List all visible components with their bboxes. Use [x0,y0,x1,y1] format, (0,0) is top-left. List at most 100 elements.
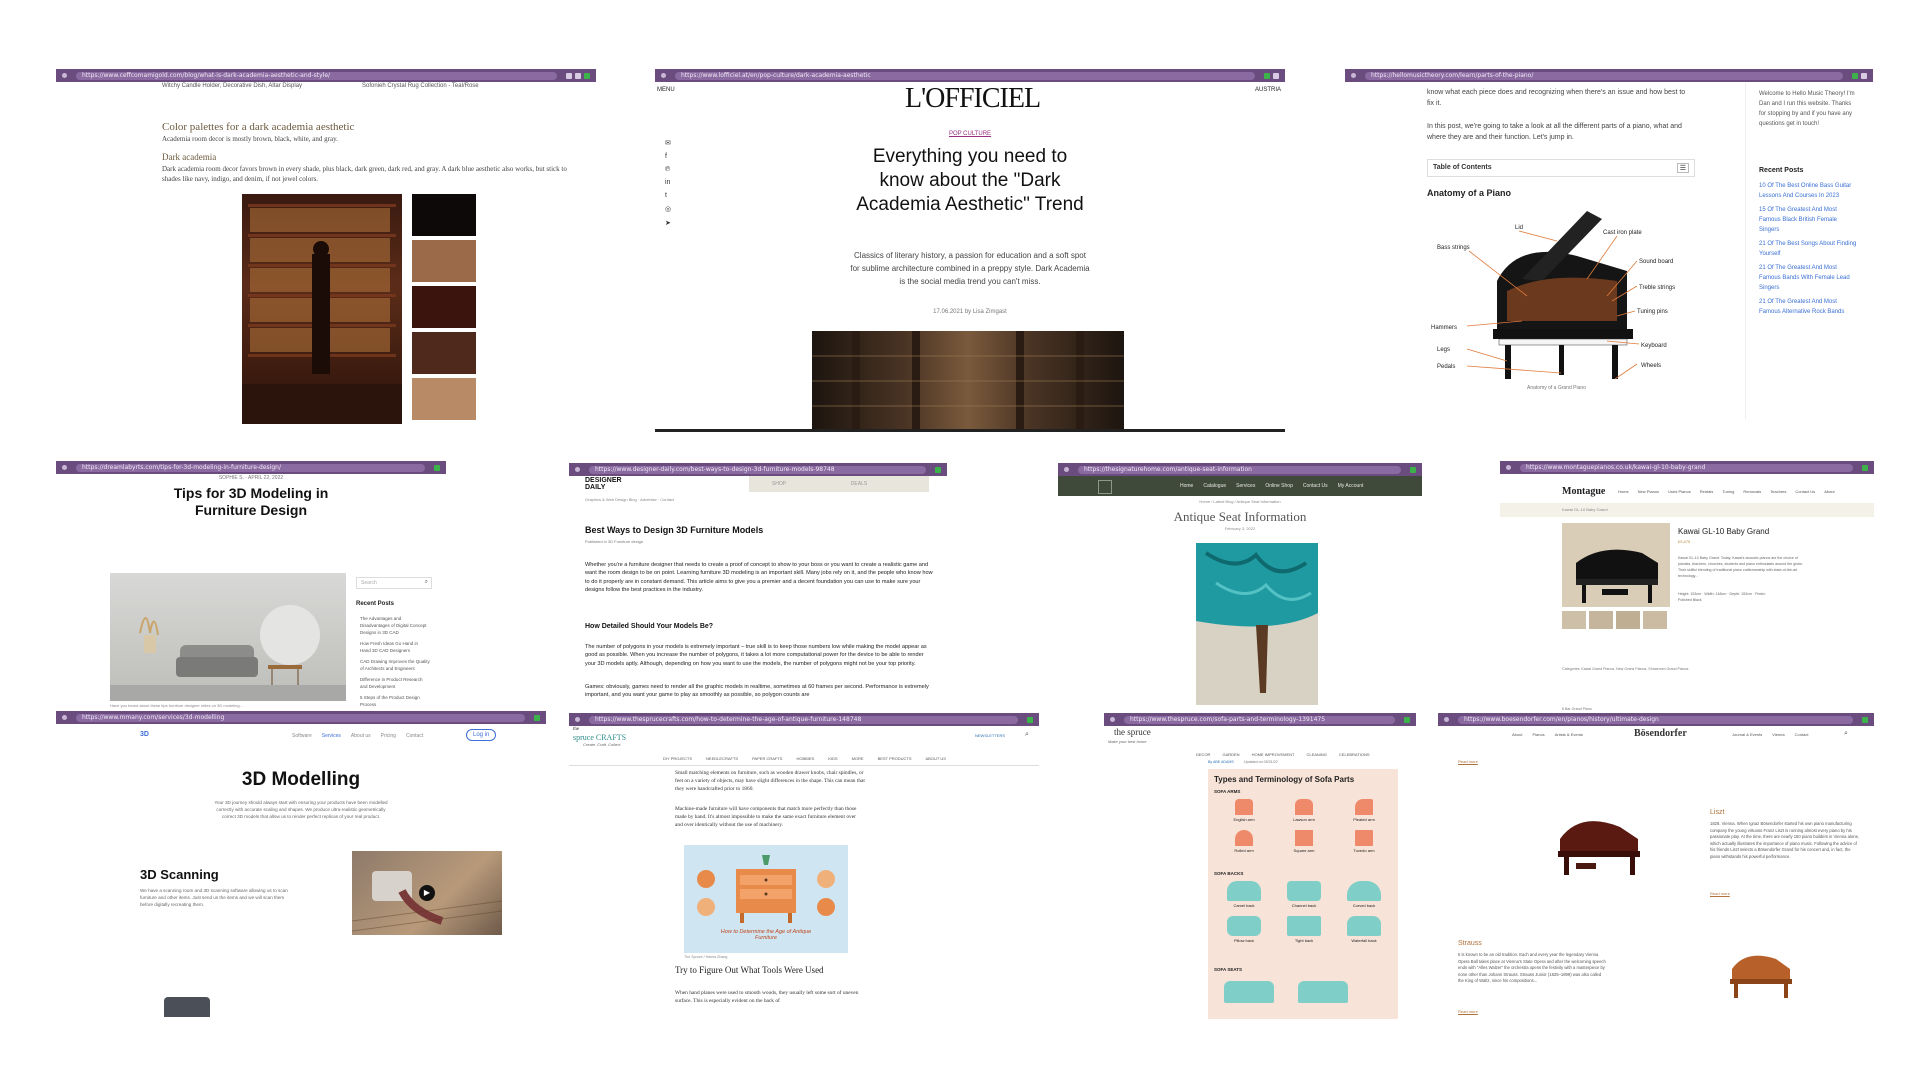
search-box[interactable]: Search ⌕ [356,577,432,589]
nav-item[interactable]: Journal & Events [1732,732,1762,737]
address-bar[interactable]: https://thesignaturehome.com/antique-sea… [1078,465,1401,474]
back-icon[interactable] [575,467,580,472]
nav-services[interactable]: Services [1236,483,1255,489]
recent-post-link[interactable]: 5 Steps of the Product Design Process [360,694,430,708]
profile-icon[interactable] [1273,72,1279,79]
product-link-right[interactable]: Sofonieh Crystal Rug Collection - Teal/R… [362,83,479,89]
play-icon[interactable]: ▶ [419,885,435,901]
nav-item[interactable]: About [1824,489,1834,494]
recent-post-link[interactable]: Difference in Product Research and Devel… [360,676,430,690]
site-logo-icon[interactable] [1098,480,1112,494]
nav-item[interactable]: MORE [852,756,864,761]
mail-icon[interactable]: ✉ [665,139,671,147]
nav-item[interactable]: BEST PRODUCTS [878,756,912,761]
nav-item[interactable]: NEEDLECRAFTS [706,756,738,761]
recent-post-link[interactable]: How Fresh Ideas Go Hand in Hand 3D CAD D… [360,640,430,654]
back-icon[interactable] [62,465,67,470]
site-logo[interactable]: Bösendorfer [1634,728,1687,739]
extension-icon[interactable] [1404,716,1410,723]
table-of-contents[interactable]: Table of Contents ☰ [1427,159,1695,177]
nav-item[interactable]: Artists & Events [1555,732,1583,737]
nav-item[interactable]: GARDEN [1222,752,1239,757]
nav-item[interactable]: CLEANING [1306,752,1326,757]
breadcrumb[interactable]: Home / Latest Blog / Antique Seat Inform… [1058,499,1422,504]
nav-catalogue[interactable]: Catalogue [1203,483,1226,489]
nav-services[interactable]: Services [322,733,341,739]
nav-item[interactable]: DIY PROJECTS [663,756,692,761]
twitter-icon[interactable]: t [665,192,671,199]
bookmark-icon[interactable] [566,72,572,79]
toc-toggle-icon[interactable]: ☰ [1676,163,1689,173]
extension-icon[interactable] [1027,716,1033,723]
nav-my-account[interactable]: My Account [1338,483,1364,489]
nav-item[interactable]: ABOUT US [926,756,946,761]
address-bar[interactable]: https://www.designer-daily.com/best-ways… [589,465,926,474]
recent-post-link[interactable]: CAD Drawing Improves the Quality of Arch… [360,658,430,672]
back-icon[interactable] [1110,717,1115,722]
site-logo[interactable]: the spruce [1114,727,1151,737]
nav-item[interactable]: KIDS [828,756,837,761]
extension-icon[interactable] [434,464,440,471]
nav-software[interactable]: Software [292,733,312,739]
nav-item[interactable]: Tuning [1722,489,1734,494]
telegram-icon[interactable]: ➤ [665,219,671,227]
facebook-icon[interactable]: f [665,153,671,160]
nav-item[interactable]: Contact [1795,732,1809,737]
linkedin-icon[interactable]: in [665,179,671,186]
address-bar[interactable]: https://hellomusictheory.com/learn/parts… [1365,71,1843,80]
author-link[interactable]: By ABE ADAMS [1208,760,1234,764]
nav-item[interactable]: HOBBIES [796,756,814,761]
back-icon[interactable] [1351,73,1356,78]
brand-logo[interactable]: 3D [140,731,149,738]
nav-item[interactable]: Home [1618,489,1629,494]
product-categories[interactable]: Categories: Kawai Grand Pianos, New Gran… [1562,667,1688,671]
thumbnail[interactable] [1562,611,1586,629]
read-more-link[interactable]: Read more [1458,759,1478,764]
logo-line-1[interactable]: DESIGNER [585,477,622,484]
back-icon[interactable] [1444,717,1449,722]
address-bar[interactable]: https://www.thespruce.com/sofa-parts-and… [1124,715,1395,724]
login-button[interactable]: Log in [466,729,497,741]
back-icon[interactable] [1506,465,1511,470]
profile-icon[interactable] [1861,72,1867,79]
site-logo[interactable]: spruce CRAFTS [573,733,626,742]
nav-home[interactable]: Home [1180,483,1193,489]
address-bar[interactable]: https://www.boesendorfer.com/en/pianos/h… [1458,715,1853,724]
nav-item[interactable]: Vienna [1772,732,1784,737]
address-bar[interactable]: https://www.lofficiel.at/en/pop-culture/… [675,71,1255,80]
product-link-left[interactable]: Witchy Candle Holder, Decorative Dish, A… [162,83,302,89]
nav-item[interactable]: Pianos [1532,732,1544,737]
nav-item[interactable]: New Pianos [1638,489,1659,494]
nav-item[interactable]: HOME IMPROVEMENT [1252,752,1295,757]
nav-item[interactable]: PAPER CRAFTS [752,756,782,761]
breadcrumb[interactable]: Kawai GL-10 Baby Grand [1562,507,1608,512]
search-icon[interactable]: ⌕ [1844,730,1848,738]
recent-post-link[interactable]: 21 Of The Best Songs About Finding Yours… [1759,239,1859,259]
nav-item[interactable]: Used Pianos [1668,489,1691,494]
back-icon[interactable] [62,73,67,78]
extension-icon[interactable] [1852,72,1858,79]
thumbnail[interactable] [1643,611,1667,629]
nav-online-shop[interactable]: Online Shop [1265,483,1293,489]
region-selector[interactable]: AUSTRIA [1255,87,1281,93]
search-icon[interactable]: ⌕ [425,579,428,586]
recent-post-link[interactable]: 21 Of The Greatest And Most Famous Bands… [1759,263,1859,293]
address-bar[interactable]: https://www.ceffcomamigold.com/blog/what… [76,71,557,80]
nav-item[interactable]: Rentals [1700,489,1714,494]
nav-item[interactable]: Teachers [1770,489,1786,494]
nav-item[interactable]: CELEBRATIONS [1339,752,1370,757]
menu-button[interactable]: MENU [657,87,675,93]
nav-item[interactable]: Contact Us [1795,489,1815,494]
whatsapp-icon[interactable]: ◎ [665,205,671,213]
recent-post-link[interactable]: 15 Of The Greatest And Most Famous Black… [1759,205,1859,235]
tab-deals[interactable]: DEALS [834,481,884,487]
category-link[interactable]: POP CULTURE [655,131,1285,137]
back-icon[interactable] [575,717,580,722]
newsletter-link[interactable]: NEWSLETTERS [975,733,1005,738]
scanning-video-thumbnail[interactable]: ▶ [352,851,502,935]
site-logo[interactable]: L'OFFICIEL [905,83,1041,115]
recent-post-link[interactable]: 10 Of The Best Online Bass Guitar Lesson… [1759,181,1859,201]
address-bar[interactable]: https://www.thesprucecrafts.com/how-to-d… [589,715,1018,724]
extension-icon[interactable] [534,714,540,721]
nav-item[interactable]: DECOR [1196,752,1210,757]
